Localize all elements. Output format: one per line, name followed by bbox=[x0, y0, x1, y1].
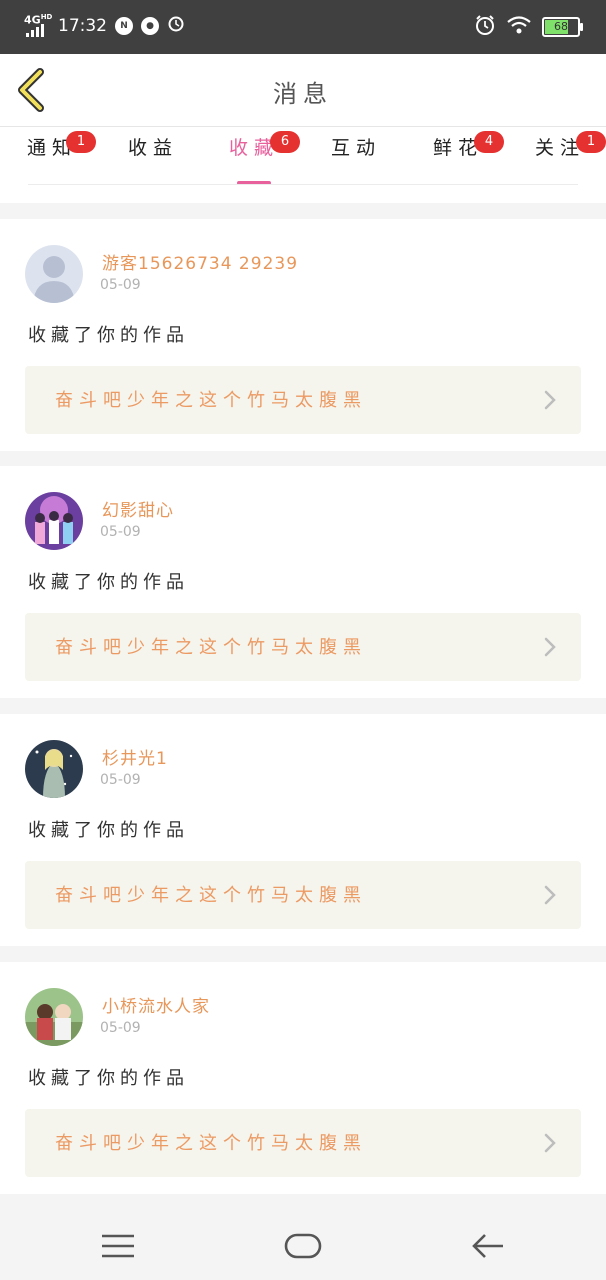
notification-date: 05-09 bbox=[100, 524, 141, 540]
notification-date: 05-09 bbox=[100, 277, 141, 293]
work-title: 奋斗吧少年之这个竹马太腹黑 bbox=[55, 1133, 367, 1154]
status-time: 17:32 bbox=[58, 15, 107, 36]
work-link[interactable]: 奋斗吧少年之这个竹马太腹黑 bbox=[25, 861, 581, 929]
menu-icon bbox=[102, 1234, 134, 1258]
chevron-right-icon bbox=[544, 885, 556, 905]
badge-count: 1 bbox=[66, 131, 96, 153]
work-link[interactable]: 奋斗吧少年之这个竹马太腹黑 bbox=[25, 366, 581, 434]
notification-action: 收藏了你的作品 bbox=[28, 1068, 189, 1089]
notification-date: 05-09 bbox=[100, 772, 141, 788]
tab-interaction[interactable]: 互动 bbox=[316, 137, 396, 181]
chevron-right-icon bbox=[544, 1133, 556, 1153]
cellular-signal-icon: 4GHD bbox=[24, 13, 52, 37]
menu-button[interactable] bbox=[98, 1230, 138, 1262]
badge-count: 4 bbox=[474, 131, 504, 153]
alarm-icon bbox=[474, 14, 496, 40]
tab-flowers[interactable]: 鲜花 4 bbox=[418, 131, 504, 181]
divider bbox=[28, 184, 578, 185]
home-icon bbox=[284, 1233, 322, 1259]
tab-favorites[interactable]: 收藏 6 bbox=[214, 131, 300, 185]
tab-bar: 通知 1 收益 收藏 6 互动 鲜花 4 关注 1 bbox=[0, 127, 606, 203]
work-title: 奋斗吧少年之这个竹马太腹黑 bbox=[55, 885, 367, 906]
badge-count: 6 bbox=[270, 131, 300, 153]
work-title: 奋斗吧少年之这个竹马太腹黑 bbox=[55, 390, 367, 411]
username[interactable]: 杉井光1 bbox=[102, 744, 168, 769]
notification-card: 杉井光1 05-09 收藏了你的作品 奋斗吧少年之这个竹马太腹黑 bbox=[0, 714, 606, 946]
status-bar: 4GHD 17:32 N ● 68 bbox=[0, 0, 606, 54]
username[interactable]: 小桥流水人家 bbox=[102, 992, 210, 1017]
avatar[interactable] bbox=[25, 245, 83, 303]
notification-date: 05-09 bbox=[100, 1020, 141, 1036]
app-icon: ● bbox=[141, 16, 159, 35]
home-button[interactable] bbox=[283, 1230, 323, 1262]
avatar[interactable] bbox=[25, 988, 83, 1046]
avatar[interactable] bbox=[25, 740, 83, 798]
work-link[interactable]: 奋斗吧少年之这个竹马太腹黑 bbox=[25, 613, 581, 681]
username[interactable]: 幻影甜心 bbox=[102, 496, 174, 521]
notification-action: 收藏了你的作品 bbox=[28, 820, 189, 841]
system-nav-bar bbox=[0, 1210, 606, 1280]
chevron-right-icon bbox=[544, 637, 556, 657]
alarm-icon bbox=[167, 14, 185, 37]
notification-card: 幻影甜心 05-09 收藏了你的作品 奋斗吧少年之这个竹马太腹黑 bbox=[0, 466, 606, 698]
username[interactable]: 游客15626734 29239 bbox=[102, 249, 298, 274]
work-link[interactable]: 奋斗吧少年之这个竹马太腹黑 bbox=[25, 1109, 581, 1177]
battery-icon: 68 bbox=[542, 17, 583, 37]
tab-notice[interactable]: 通知 1 bbox=[12, 131, 96, 181]
page-title: 消息 bbox=[273, 80, 333, 108]
notification-card: 游客15626734 29239 05-09 收藏了你的作品 奋斗吧少年之这个竹… bbox=[0, 219, 606, 451]
notification-action: 收藏了你的作品 bbox=[28, 572, 189, 593]
notification-action: 收藏了你的作品 bbox=[28, 325, 189, 346]
notification-card: 小桥流水人家 05-09 收藏了你的作品 奋斗吧少年之这个竹马太腹黑 bbox=[0, 962, 606, 1194]
wifi-icon bbox=[506, 15, 532, 39]
tab-earnings[interactable]: 收益 bbox=[113, 137, 193, 181]
nfc-icon: N bbox=[115, 16, 133, 35]
header: 消息 bbox=[0, 54, 606, 127]
chevron-right-icon bbox=[544, 390, 556, 410]
back-arrow-icon bbox=[472, 1234, 503, 1258]
badge-count: 1 bbox=[576, 131, 606, 153]
back-nav-button[interactable] bbox=[469, 1230, 509, 1262]
avatar[interactable] bbox=[25, 492, 83, 550]
tab-follow[interactable]: 关注 1 bbox=[520, 131, 606, 181]
work-title: 奋斗吧少年之这个竹马太腹黑 bbox=[55, 637, 367, 658]
